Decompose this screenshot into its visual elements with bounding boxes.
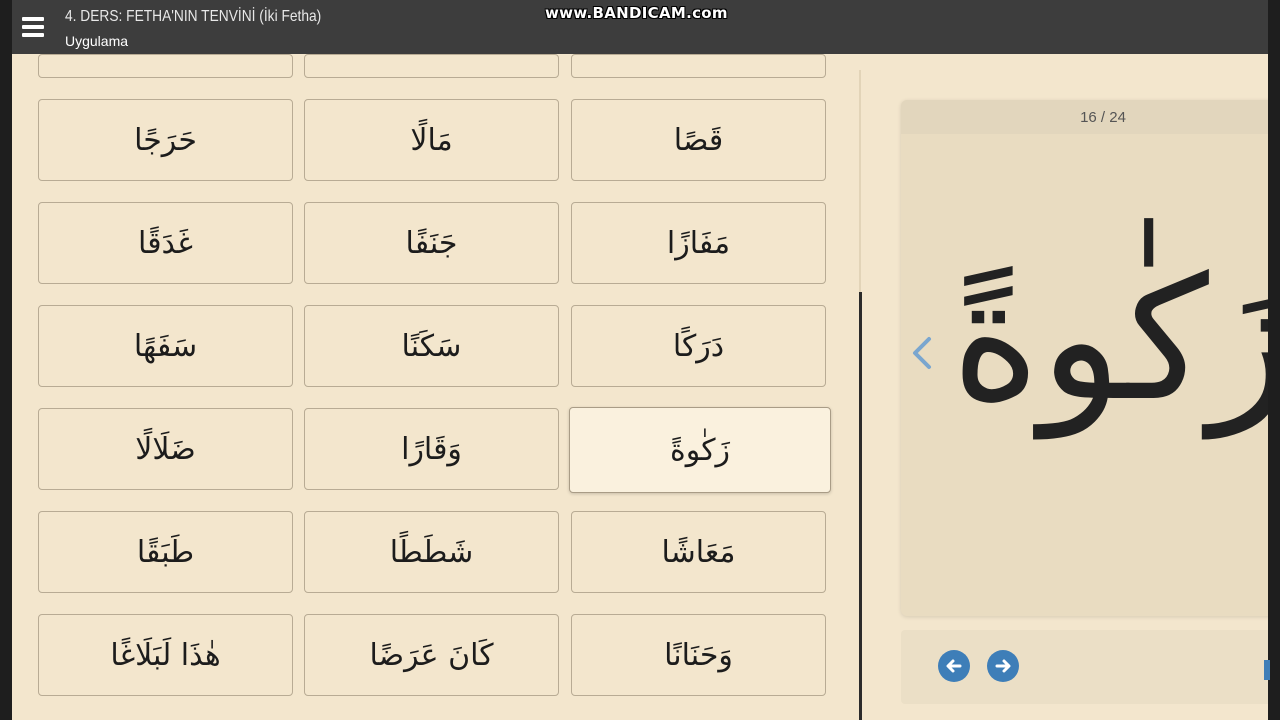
arrow-right-circle-icon[interactable] (987, 650, 1019, 682)
app-window: 4. DERS: FETHA'NIN TENVİNİ (İki Fetha) U… (12, 0, 1268, 720)
edge-control[interactable] (1264, 660, 1270, 680)
word-card[interactable]: سَفَهًا (38, 305, 293, 387)
word-card[interactable]: شَطَطًا (304, 511, 559, 593)
word-card-selected[interactable]: زَكٰوةً (569, 407, 831, 493)
lesson-title: 4. DERS: FETHA'NIN TENVİNİ (İki Fetha) (65, 8, 322, 25)
word-card[interactable]: كَانَ عَرَضًا (304, 614, 559, 696)
word-card[interactable]: مَالًا (304, 99, 559, 181)
scrollbar-thumb[interactable] (859, 292, 862, 720)
word-card[interactable]: دَرَكًا (571, 305, 826, 387)
section-subtitle: Uygulama (65, 33, 129, 49)
hamburger-menu-icon[interactable] (12, 0, 54, 54)
word-card[interactable]: سَكَنًا (304, 305, 559, 387)
word-card[interactable]: مَعَاشًا (571, 511, 826, 593)
word-card[interactable]: قَصًا (571, 99, 826, 181)
word-card[interactable]: مَفَازًا (571, 202, 826, 284)
word-card[interactable]: وَقَارًا (304, 408, 559, 490)
arrow-left-circle-icon[interactable] (938, 650, 970, 682)
top-bar: 4. DERS: FETHA'NIN TENVİNİ (İki Fetha) U… (12, 0, 1268, 54)
word-card[interactable]: ضَلَالًا (38, 408, 293, 490)
word-card[interactable]: طَبَقًا (38, 511, 293, 593)
word-card[interactable]: هٰذَا لَبَلَاغًا (38, 614, 293, 696)
slide-counter: 16 / 24 (1080, 109, 1126, 126)
recorder-watermark: www.BANDICAM.com (545, 4, 728, 22)
word-viewer: 16 / 24 زَكٰوةً (901, 100, 1268, 616)
word-card-partial[interactable] (571, 54, 826, 78)
chevron-left-icon[interactable] (907, 336, 937, 370)
word-card[interactable]: وَحَنَانًا (571, 614, 826, 696)
word-card-partial[interactable] (304, 54, 559, 78)
word-card-partial[interactable] (38, 54, 293, 78)
playback-controls (901, 630, 1268, 704)
word-card[interactable]: غَدَقًا (38, 202, 293, 284)
current-word: زَكٰوةً (951, 241, 1268, 439)
word-grid: قَصًا مَالًا حَرَجًا مَفَازًا جَنَفًا غَ… (12, 54, 860, 720)
word-card[interactable]: حَرَجًا (38, 99, 293, 181)
word-card[interactable]: جَنَفًا (304, 202, 559, 284)
